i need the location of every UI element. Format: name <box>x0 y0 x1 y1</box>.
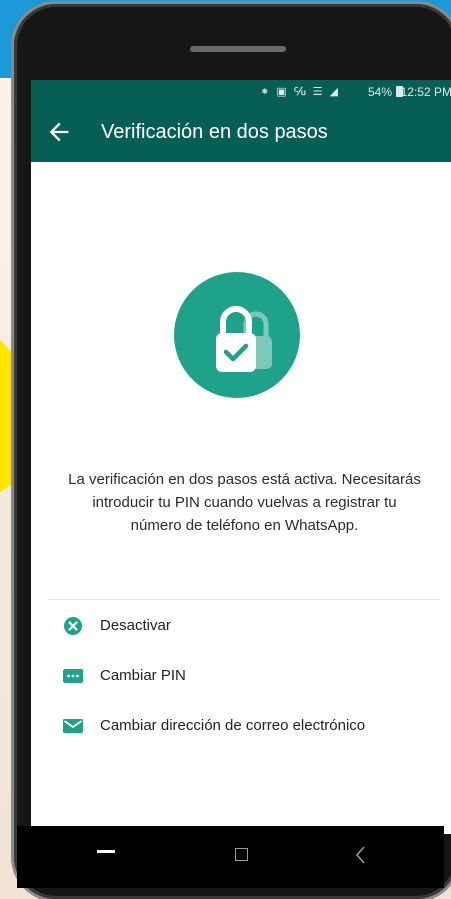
option-change-email[interactable]: Cambiar dirección de correo electrónico <box>31 704 451 748</box>
lock-illustration <box>174 272 300 398</box>
status-time: 12:52 PM <box>400 85 451 99</box>
phone-screen: ⁕ ▣ ℆ ☰ ◢ 54% 12:52 PM Verificación en d… <box>31 80 451 834</box>
battery-percentage: 54% <box>367 85 392 99</box>
android-nav-bar <box>17 826 444 888</box>
page-title: Verificación en dos pasos <box>101 121 328 143</box>
recent-apps-button[interactable] <box>97 850 115 853</box>
option-change-email-label: Cambiar dirección de correo electrónico <box>100 717 366 734</box>
close-circle-icon <box>64 617 82 635</box>
speaker-grille <box>190 46 286 52</box>
option-change-pin-label: Cambiar PIN <box>100 667 186 684</box>
divider <box>49 599 439 600</box>
description-line: introducir tu PIN cuando vuelvas a regis… <box>92 494 397 511</box>
status-icons: ⁕ ▣ ℆ ☰ ◢ <box>260 86 340 98</box>
app-bar: Verificación en dos pasos <box>31 104 451 162</box>
email-icon <box>63 719 83 733</box>
pin-dots-icon <box>63 669 83 683</box>
arrow-back-icon[interactable] <box>45 118 73 146</box>
description-text: La verificación en dos pasos está activa… <box>39 468 450 537</box>
option-change-pin[interactable]: Cambiar PIN <box>31 654 451 698</box>
phone-frame: ⁕ ▣ ℆ ☰ ◢ 54% 12:52 PM Verificación en d… <box>14 4 451 899</box>
description-line: La verificación en dos pasos está activa… <box>68 471 421 488</box>
option-disable[interactable]: Desactivar <box>31 604 451 648</box>
lock-check-icon <box>216 306 272 372</box>
status-bar: ⁕ ▣ ℆ ☰ ◢ 54% 12:52 PM <box>31 80 451 104</box>
option-disable-label: Desactivar <box>100 617 171 634</box>
description-line: número de teléfono en WhatsApp. <box>130 517 359 534</box>
nav-back-icon[interactable] <box>353 844 369 866</box>
home-button[interactable] <box>235 848 248 861</box>
